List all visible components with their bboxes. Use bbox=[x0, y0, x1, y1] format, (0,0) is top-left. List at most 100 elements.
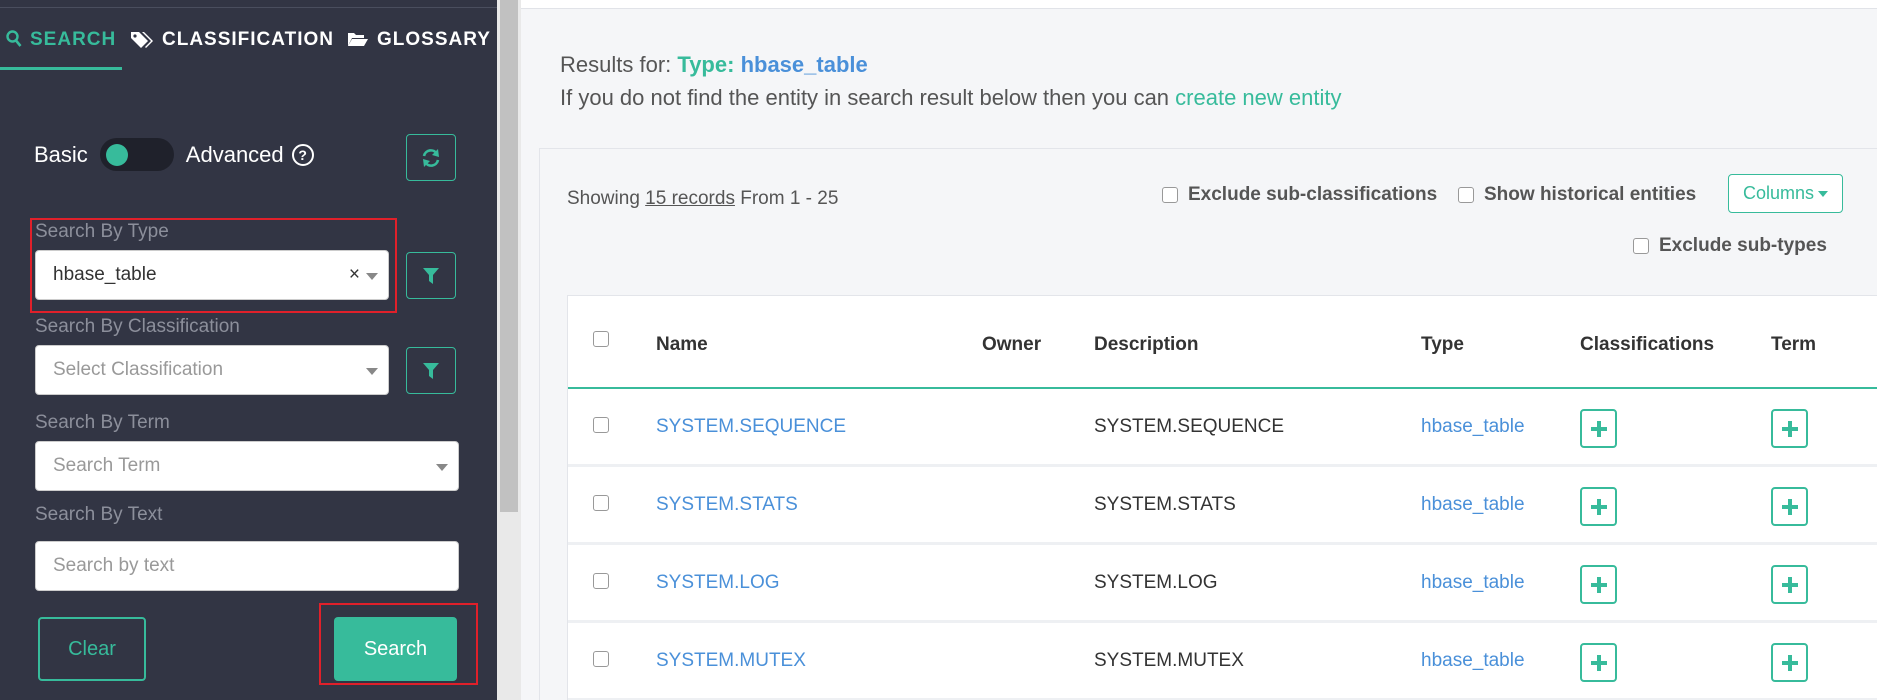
main-topbar bbox=[521, 0, 1877, 9]
sidebar-scrollbar-thumb[interactable] bbox=[500, 0, 518, 512]
entity-name-link[interactable]: SYSTEM.MUTEX bbox=[656, 650, 806, 672]
advanced-label: Advanced bbox=[185, 141, 284, 167]
entity-type-link[interactable]: hbase_table bbox=[1421, 494, 1525, 516]
caret-down-icon bbox=[1818, 190, 1829, 197]
plus-icon bbox=[1781, 576, 1798, 593]
search-mode-toggle-row: Basic Advanced ? bbox=[34, 138, 314, 171]
plus-icon bbox=[1781, 654, 1798, 671]
exclude-sub-classifications-option[interactable]: Exclude sub-classifications bbox=[1162, 184, 1437, 206]
plus-icon bbox=[1781, 498, 1798, 515]
entity-description: SYSTEM.STATS bbox=[1094, 494, 1236, 515]
chevron-down-icon bbox=[436, 464, 448, 471]
row-checkbox[interactable] bbox=[593, 573, 609, 589]
exclude-sub-types-checkbox[interactable] bbox=[1633, 238, 1649, 254]
tab-search-label: SEARCH bbox=[30, 29, 117, 50]
exclude-sub-classifications-label: Exclude sub-classifications bbox=[1188, 184, 1438, 205]
row-checkbox[interactable] bbox=[593, 417, 609, 433]
entity-name-link[interactable]: SYSTEM.LOG bbox=[656, 572, 780, 594]
entity-name-link[interactable]: SYSTEM.SEQUENCE bbox=[656, 416, 846, 438]
add-classification-button[interactable] bbox=[1580, 643, 1617, 682]
results-type-value[interactable]: hbase_table bbox=[741, 52, 868, 77]
select-all-checkbox[interactable] bbox=[593, 331, 609, 347]
row-checkbox[interactable] bbox=[593, 495, 609, 511]
show-historical-label: Show historical entities bbox=[1484, 184, 1697, 205]
refresh-icon bbox=[422, 148, 440, 167]
table-row: SYSTEM.MUTEX SYSTEM.MUTEX hbase_table bbox=[568, 623, 1877, 700]
classification-select[interactable]: Select Classification bbox=[35, 345, 389, 395]
search-text-placeholder: Search by text bbox=[53, 555, 175, 576]
add-term-button[interactable] bbox=[1771, 643, 1808, 682]
header-owner[interactable]: Owner bbox=[982, 334, 1041, 356]
entity-type-link[interactable]: hbase_table bbox=[1421, 650, 1525, 672]
basic-label: Basic bbox=[34, 141, 88, 167]
tab-classification[interactable]: CLASSIFICATION bbox=[130, 22, 340, 70]
hint-text: If you do not find the entity in search … bbox=[560, 85, 1170, 110]
classification-filter-button[interactable] bbox=[406, 347, 456, 394]
entity-description: SYSTEM.SEQUENCE bbox=[1094, 416, 1285, 437]
header-term: Term bbox=[1771, 334, 1817, 355]
exclude-sub-types-option[interactable]: Exclude sub-types bbox=[1633, 235, 1827, 257]
results-heading: Results for: Type: hbase_table bbox=[560, 52, 868, 78]
entity-description: SYSTEM.MUTEX bbox=[1094, 650, 1244, 671]
table-row: SYSTEM.SEQUENCE SYSTEM.SEQUENCE hbase_ta… bbox=[568, 389, 1877, 467]
add-term-button[interactable] bbox=[1771, 409, 1808, 448]
search-by-text-label: Search By Text bbox=[35, 504, 163, 525]
results-table: Name Owner Description Type Classificati… bbox=[567, 295, 1877, 700]
showing-prefix: Showing bbox=[567, 188, 640, 209]
help-icon[interactable]: ? bbox=[291, 143, 314, 166]
table-row: SYSTEM.STATS SYSTEM.STATS hbase_table bbox=[568, 467, 1877, 545]
show-historical-checkbox[interactable] bbox=[1458, 187, 1474, 203]
add-classification-button[interactable] bbox=[1580, 409, 1617, 448]
create-new-entity-link[interactable]: create new entity bbox=[1175, 85, 1341, 110]
add-classification-button[interactable] bbox=[1580, 565, 1617, 604]
type-filter-button[interactable] bbox=[406, 252, 456, 299]
entity-name-link[interactable]: SYSTEM.STATS bbox=[656, 494, 798, 516]
add-term-button[interactable] bbox=[1771, 487, 1808, 526]
term-select-placeholder: Search Term bbox=[53, 455, 161, 476]
clear-button[interactable]: Clear bbox=[38, 617, 146, 681]
exclude-sub-classifications-checkbox[interactable] bbox=[1162, 187, 1178, 203]
header-classifications: Classifications bbox=[1580, 334, 1715, 355]
records-range: From 1 - 25 bbox=[740, 188, 839, 209]
search-mode-switch[interactable] bbox=[99, 138, 174, 171]
highlight-box-type bbox=[30, 218, 397, 313]
show-historical-option[interactable]: Show historical entities bbox=[1458, 184, 1696, 206]
filter-icon bbox=[423, 267, 439, 284]
entity-type-link[interactable]: hbase_table bbox=[1421, 416, 1525, 438]
search-text-input[interactable]: Search by text bbox=[35, 541, 459, 591]
sidebar: SEARCH CLASSIFICATION GLOSSARY Basic Adv… bbox=[0, 0, 497, 700]
table-header: Name Owner Description Type Classificati… bbox=[568, 296, 1877, 389]
plus-icon bbox=[1590, 576, 1607, 593]
plus-icon bbox=[1590, 420, 1607, 437]
add-term-button[interactable] bbox=[1771, 565, 1808, 604]
main-content: Results for: Type: hbase_table If you do… bbox=[521, 0, 1877, 700]
term-select[interactable]: Search Term bbox=[35, 441, 459, 491]
row-checkbox[interactable] bbox=[593, 651, 609, 667]
tags-icon bbox=[131, 32, 153, 48]
records-summary: Showing 15 records From 1 - 25 bbox=[567, 188, 838, 210]
header-description[interactable]: Description bbox=[1094, 334, 1199, 356]
folder-open-icon bbox=[348, 33, 368, 46]
columns-label: Columns bbox=[1742, 183, 1815, 203]
search-by-classification-label: Search By Classification bbox=[35, 316, 240, 337]
entity-type-link[interactable]: hbase_table bbox=[1421, 572, 1525, 594]
tab-classification-label: CLASSIFICATION bbox=[162, 29, 334, 50]
search-by-term-label: Search By Term bbox=[35, 412, 170, 433]
tab-search[interactable]: SEARCH bbox=[0, 22, 122, 70]
tab-glossary[interactable]: GLOSSARY bbox=[347, 22, 497, 70]
header-name[interactable]: Name bbox=[656, 334, 708, 356]
plus-icon bbox=[1590, 498, 1607, 515]
sidebar-tabs: SEARCH CLASSIFICATION GLOSSARY bbox=[0, 22, 490, 70]
results-prefix: Results for: bbox=[560, 52, 672, 77]
add-classification-button[interactable] bbox=[1580, 487, 1617, 526]
chevron-down-icon bbox=[366, 368, 378, 375]
filter-icon bbox=[423, 362, 439, 379]
plus-icon bbox=[1590, 654, 1607, 671]
header-type[interactable]: Type bbox=[1421, 334, 1464, 356]
refresh-button[interactable] bbox=[406, 134, 456, 181]
entity-description: SYSTEM.LOG bbox=[1094, 572, 1218, 593]
records-count[interactable]: 15 records bbox=[645, 188, 735, 209]
columns-dropdown-button[interactable]: Columns bbox=[1728, 174, 1843, 213]
results-type-label: Type: bbox=[677, 52, 735, 77]
tab-glossary-label: GLOSSARY bbox=[377, 29, 491, 50]
